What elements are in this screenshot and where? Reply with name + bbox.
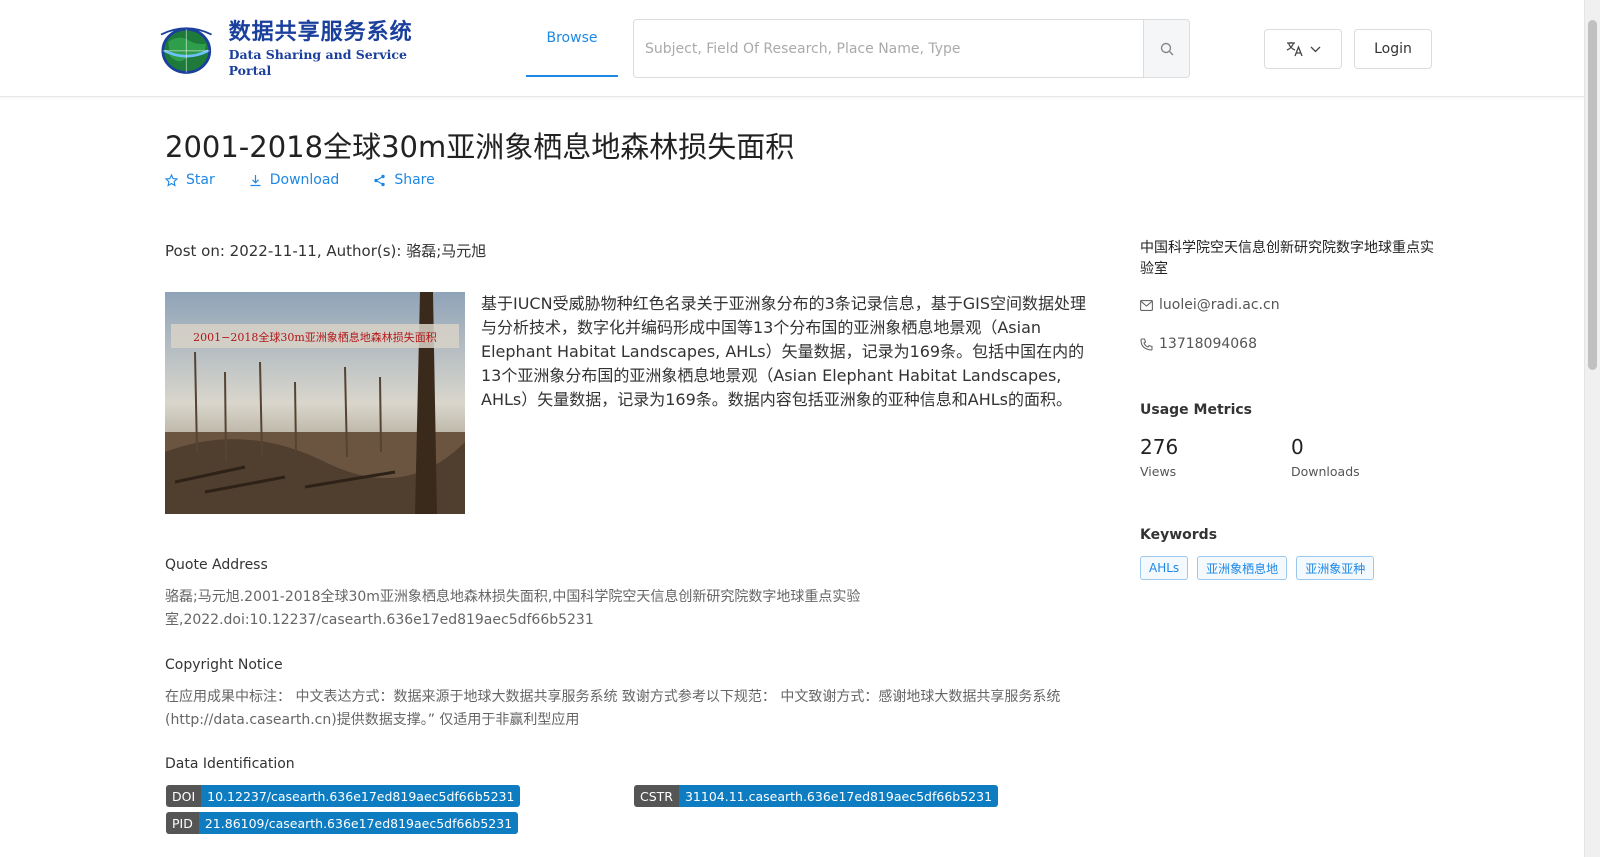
share-label: Share	[394, 172, 435, 188]
keyword-tags: AHLs 亚洲象栖息地 亚洲象亚种	[1140, 556, 1375, 580]
keyword-tag[interactable]: AHLs	[1140, 556, 1189, 580]
usage-metrics-heading: Usage Metrics	[1140, 402, 1252, 418]
contact-phone[interactable]: 13718094068	[1140, 336, 1257, 352]
copyright-heading: Copyright Notice	[165, 657, 283, 673]
language-switcher[interactable]	[1264, 29, 1342, 69]
star-icon	[165, 173, 178, 187]
doi-key: DOI	[166, 785, 202, 807]
data-identification-heading: Data Identification	[165, 756, 295, 772]
search-icon	[1160, 42, 1173, 55]
downloads-count: 0	[1291, 435, 1304, 459]
doi-badge[interactable]: DOI 10.12237/casearth.636e17ed819aec5df6…	[166, 785, 521, 807]
cover-photo: 2001−2018全球30m亚洲象栖息地森林损失面积	[165, 292, 465, 514]
keywords-heading: Keywords	[1140, 527, 1218, 543]
cstr-key: CSTR	[634, 785, 679, 807]
download-label: Download	[269, 172, 340, 188]
downloads-label: Downloads	[1291, 464, 1360, 479]
dataset-title: 2001-2018全球30m亚洲象栖息地森林损失面积	[165, 130, 795, 164]
cstr-value: 31104.11.casearth.636e17ed819aec5df66b52…	[678, 785, 999, 807]
phone-text: 13718094068	[1159, 336, 1257, 352]
dataset-description: 基于IUCN受威胁物种红色名录关于亚洲象分布的3条记录信息，基于GIS空间数据处…	[481, 294, 1087, 409]
doi-value: 10.12237/casearth.636e17ed819aec5df66b52…	[201, 785, 521, 807]
logo-title-cn: 数据共享服务系统	[228, 20, 413, 45]
dataset-cover-image: 2001−2018全球30m亚洲象栖息地森林损失面积	[165, 292, 465, 514]
dataset-actions: Star Download Share	[165, 172, 435, 188]
keyword-tag[interactable]: 亚洲象亚种	[1296, 556, 1375, 580]
nav-browse-tab[interactable]: Browse	[526, 0, 618, 77]
globe-logo-icon	[160, 27, 212, 74]
star-button[interactable]: Star	[165, 172, 215, 188]
login-button[interactable]: Login	[1354, 29, 1432, 69]
pid-badge[interactable]: PID 21.86109/casearth.636e17ed819aec5df6…	[166, 812, 519, 834]
site-logo[interactable]: 数据共享服务系统 Data Sharing and Service Portal	[152, 20, 432, 78]
quote-text: 骆磊;马元旭.2001-2018全球30m亚洲象栖息地森林损失面积,中国科学院空…	[165, 589, 861, 628]
share-icon	[374, 174, 386, 186]
share-button[interactable]: Share	[373, 172, 435, 188]
cover-caption: 2001−2018全球30m亚洲象栖息地森林损失面积	[193, 330, 437, 344]
keyword-tag[interactable]: 亚洲象栖息地	[1197, 556, 1288, 580]
pid-key: PID	[166, 812, 199, 834]
page-scrollbar[interactable]	[1584, 0, 1600, 857]
scrollbar-thumb[interactable]	[1588, 20, 1597, 370]
post-info: Post on: 2022-11-11, Author(s): 骆磊;马元旭	[165, 242, 487, 260]
top-header: 数据共享服务系统 Data Sharing and Service Portal…	[0, 0, 1584, 97]
copyright-text: 在应用成果中标注： 中文表达方式：数据来源于地球大数据共享服务系统 致谢方式参考…	[165, 689, 1061, 728]
email-text: luolei@radi.ac.cn	[1159, 297, 1280, 313]
phone-icon	[1140, 337, 1153, 351]
search-bar	[633, 19, 1190, 78]
chevron-down-icon	[1310, 46, 1320, 52]
views-count: 276	[1140, 435, 1179, 459]
star-label: Star	[186, 172, 215, 188]
translate-icon	[1286, 42, 1303, 57]
contact-email[interactable]: luolei@radi.ac.cn	[1140, 297, 1280, 313]
views-label: Views	[1140, 464, 1177, 479]
search-button[interactable]	[1143, 20, 1189, 77]
mail-icon	[1140, 299, 1153, 311]
download-button[interactable]: Download	[249, 172, 340, 188]
search-input[interactable]	[634, 20, 1143, 77]
quote-heading: Quote Address	[165, 557, 268, 573]
logo-title-en: Data Sharing and Service Portal	[228, 47, 407, 78]
cstr-badge[interactable]: CSTR 31104.11.casearth.636e17ed819aec5df…	[634, 785, 999, 807]
download-icon	[250, 174, 261, 186]
organization-name: 中国科学院空天信息创新研究院数字地球重点实验室	[1140, 240, 1434, 277]
pid-value: 21.86109/casearth.636e17ed819aec5df66b52…	[198, 812, 519, 834]
